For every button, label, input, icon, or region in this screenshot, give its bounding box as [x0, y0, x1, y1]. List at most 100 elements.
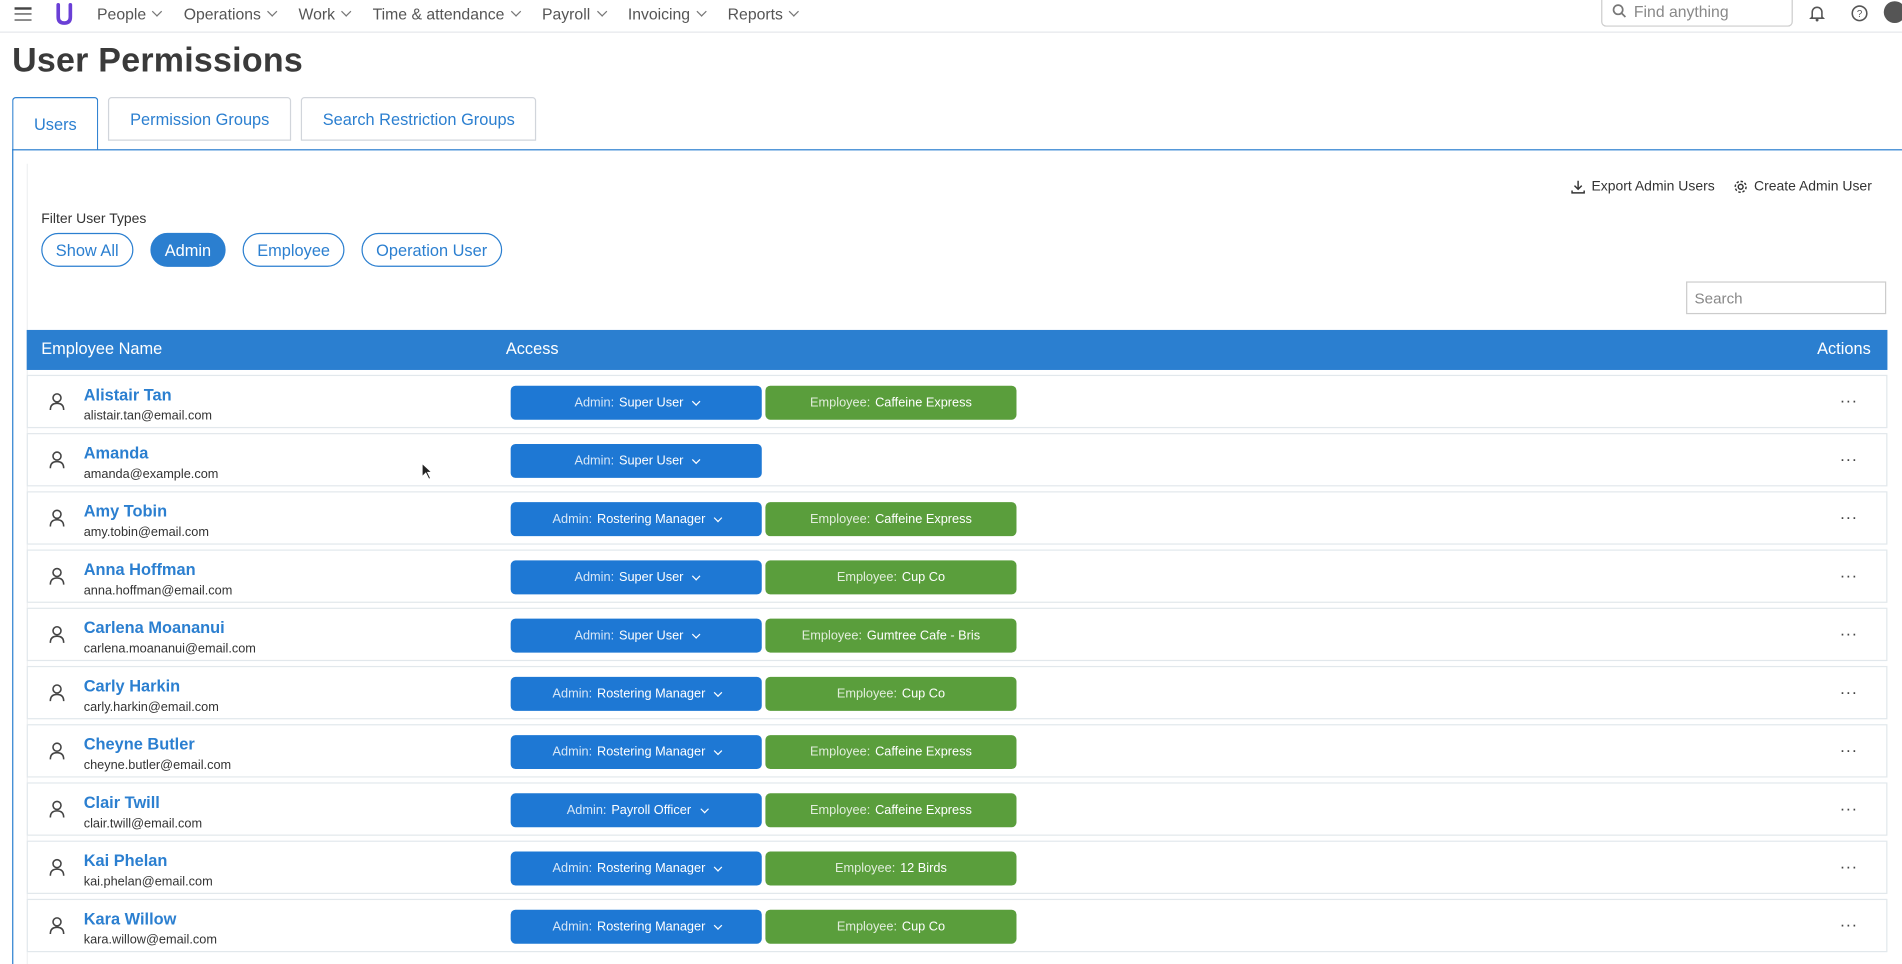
nav-item-work[interactable]: Work [298, 2, 352, 24]
employee-company: 12 Birds [900, 861, 947, 876]
admin-role: Rostering Manager [597, 686, 706, 702]
admin-role-dropdown[interactable]: Admin: Super User [510, 443, 762, 478]
admin-role-dropdown[interactable]: Admin: Super User [510, 385, 762, 420]
table-row: Carly Harkin carly.harkin@email.com Admin:… [26, 665, 1888, 720]
user-name-link[interactable]: Kara Willow [84, 910, 177, 928]
person-icon [49, 741, 66, 760]
nav-item-payroll[interactable]: Payroll [542, 2, 607, 24]
employee-access-badge: Employee: Caffeine Express [765, 502, 1017, 537]
chevron-down-icon [341, 6, 352, 17]
tab-label: Users [33, 114, 77, 133]
nav-item-operations[interactable]: Operations [183, 2, 278, 24]
header-employee-name[interactable]: Employee Name [41, 340, 162, 358]
export-admin-users-button[interactable]: Export Admin Users [1571, 180, 1715, 194]
mouse-cursor-icon [421, 462, 434, 480]
admin-role: Super User [618, 628, 684, 643]
nav-item-people[interactable]: People [97, 2, 163, 24]
user-name-link[interactable]: Alistair Tan [84, 386, 172, 404]
more-actions-icon[interactable]: ... [1840, 620, 1858, 639]
admin-role: Rostering Manager [597, 919, 706, 935]
more-actions-icon[interactable]: ... [1840, 795, 1858, 814]
person-icon [49, 392, 66, 411]
nav-item-reports[interactable]: Reports [728, 2, 800, 24]
tab-permission-groups[interactable]: Permission Groups [108, 97, 292, 141]
employee-key: Employee: [810, 803, 871, 818]
filter-employee-button[interactable]: Employee [242, 232, 345, 267]
admin-role-dropdown[interactable]: Admin: Rostering Manager [510, 502, 762, 537]
logo-icon[interactable] [53, 2, 75, 26]
table-search-placeholder: Search [1694, 289, 1743, 307]
admin-key: Admin: [574, 628, 615, 643]
user-name-link[interactable]: Anna Hoffman [84, 560, 196, 578]
more-actions-icon[interactable]: ... [1840, 562, 1858, 581]
admin-role: Super User [618, 570, 684, 585]
table-row: Cheyne Butler cheyne.butler@email.com Admi… [26, 724, 1888, 778]
admin-role-dropdown[interactable]: Admin: Rostering Manager [510, 735, 762, 770]
filter-option-label: Admin [164, 240, 212, 259]
global-search-input[interactable]: Find anything [1601, 0, 1793, 27]
employee-key: Employee: [836, 570, 898, 585]
more-actions-icon[interactable]: ... [1840, 678, 1858, 697]
person-icon [49, 450, 66, 469]
table-search-input[interactable]: Search [1686, 281, 1887, 315]
tab-search-restriction-groups[interactable]: Search Restriction Groups [300, 97, 537, 141]
help-icon[interactable]: ? [1850, 4, 1869, 23]
bell-icon[interactable] [1807, 4, 1826, 23]
more-actions-icon[interactable]: ... [1840, 503, 1858, 522]
more-actions-icon[interactable]: ... [1840, 911, 1858, 930]
user-avatar[interactable] [1883, 1, 1902, 24]
nav-item-label: Operations [183, 4, 261, 23]
more-actions-icon[interactable]: ... [1840, 736, 1858, 755]
tab-users[interactable]: Users [12, 97, 99, 151]
create-admin-user-button[interactable]: Create Admin User [1733, 180, 1872, 194]
admin-role-dropdown[interactable]: Admin: Rostering Manager [510, 676, 762, 711]
admin-key: Admin: [574, 570, 615, 585]
chevron-down-icon [267, 6, 278, 17]
user-email: alistair.tan@email.com [83, 408, 213, 424]
table-row: Amanda amanda@example.com Admin: Super User… [26, 433, 1888, 487]
person-icon [49, 683, 66, 702]
filter-admin-button[interactable]: Admin [150, 232, 226, 267]
user-name-link[interactable]: Kai Phelan [84, 852, 168, 870]
admin-key: Admin: [552, 861, 593, 876]
svg-text:?: ? [1857, 9, 1863, 20]
admin-role-dropdown[interactable]: Admin: Super User [510, 618, 762, 653]
user-name-link[interactable]: Amy Tobin [84, 502, 167, 520]
more-actions-icon[interactable]: ... [1840, 445, 1858, 464]
user-name-link[interactable]: Carlena Moananui [84, 619, 225, 637]
nav-item-invoicing[interactable]: Invoicing [627, 2, 707, 24]
chevron-down-icon [714, 746, 723, 755]
chevron-down-icon [692, 571, 701, 580]
more-actions-icon[interactable]: ... [1840, 853, 1858, 872]
admin-role-dropdown[interactable]: Admin: Super User [510, 560, 762, 595]
user-email: amanda@example.com [83, 467, 219, 482]
employee-access-badge: Employee: Cup Co [765, 676, 1017, 711]
employee-key: Employee: [836, 686, 898, 702]
employee-access-badge: Employee: Cup Co [765, 909, 1017, 944]
admin-role-dropdown[interactable]: Admin: Payroll Officer [510, 793, 762, 828]
table-row: Kara Willow kara.willow@email.com Admin: Ro… [26, 898, 1888, 953]
more-actions-icon[interactable]: ... [1840, 387, 1858, 406]
nav-item-label: Invoicing [627, 4, 691, 23]
chevron-down-icon [789, 6, 800, 17]
user-name-link[interactable]: Clair Twill [84, 793, 160, 811]
nav-item-label: Work [298, 4, 336, 23]
nav-item-time-attendance[interactable]: Time & attendance [372, 2, 521, 24]
table-row: Carlena Moananui carlena.moananui@email.c… [26, 607, 1888, 662]
employee-key: Employee: [836, 919, 898, 935]
admin-role: Super User [618, 453, 684, 469]
filter-show-all-button[interactable]: Show All [41, 232, 134, 267]
hamburger-menu-icon[interactable] [14, 7, 32, 22]
admin-role-dropdown[interactable]: Admin: Rostering Manager [510, 909, 762, 944]
admin-key: Admin: [552, 744, 593, 760]
user-name-link[interactable]: Cheyne Butler [84, 735, 195, 753]
admin-role-dropdown[interactable]: Admin: Rostering Manager [510, 851, 762, 886]
nav-item-label: Time & attendance [372, 4, 505, 23]
user-name-link[interactable]: Amanda [84, 444, 149, 462]
employee-company: Caffeine Express [875, 803, 972, 818]
user-email: carly.harkin@email.com [83, 699, 219, 715]
tab-label: Permission Groups [130, 109, 270, 128]
filter-operation-user-button[interactable]: Operation User [361, 232, 502, 267]
table-row: Anna Hoffman anna.hoffman@email.com Admin:… [26, 549, 1888, 603]
user-name-link[interactable]: Carly Harkin [84, 677, 180, 695]
